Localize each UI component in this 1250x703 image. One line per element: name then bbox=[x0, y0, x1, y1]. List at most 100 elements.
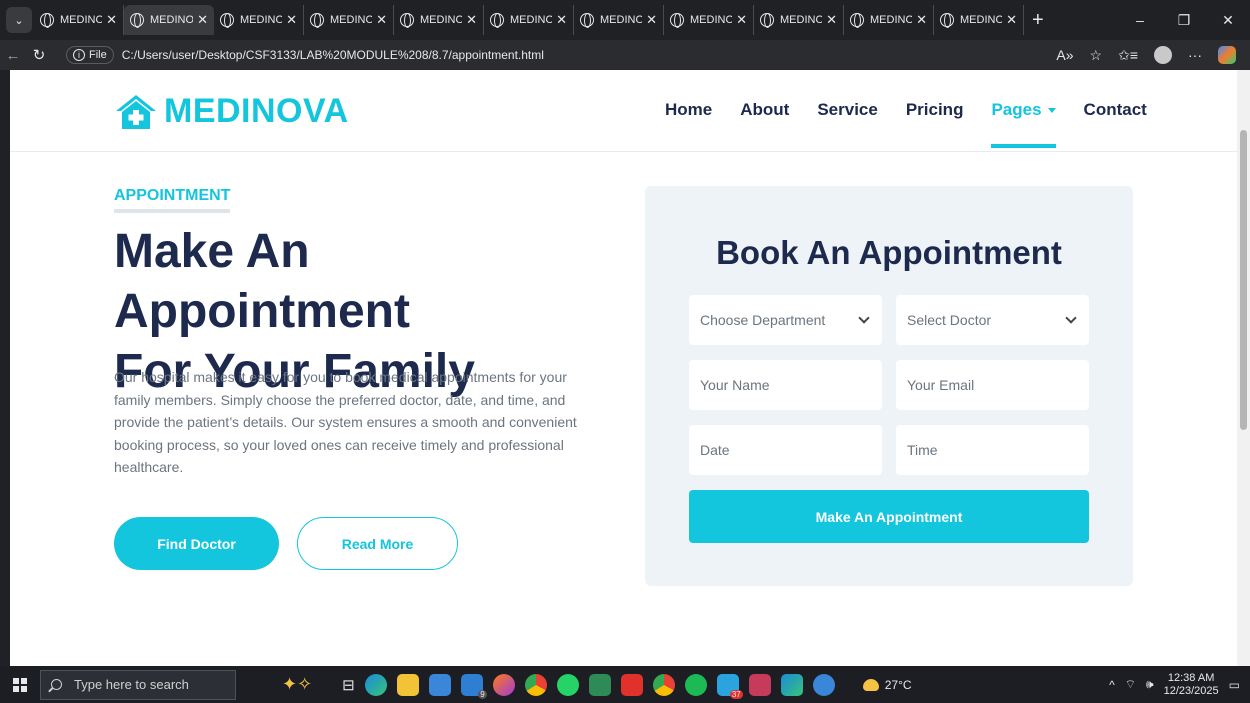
hero-description: Our hospital makes it easy for you to bo… bbox=[114, 369, 577, 475]
brand-name: MEDINOVA bbox=[164, 92, 349, 130]
browser-tab[interactable]: MEDINOVA✕ bbox=[484, 5, 574, 35]
close-icon[interactable]: ✕ bbox=[736, 12, 747, 28]
notifications-icon[interactable]: ▭ bbox=[1229, 678, 1240, 692]
network-icon[interactable]: ⌔ bbox=[1125, 677, 1136, 692]
close-icon[interactable]: ✕ bbox=[1006, 12, 1017, 28]
browser-app-icon[interactable] bbox=[780, 673, 803, 696]
clock[interactable]: 12:38 AM 12/23/2025 bbox=[1164, 672, 1219, 698]
back-button[interactable]: ← bbox=[0, 47, 26, 64]
omnibox[interactable]: i File C:/Users/user/Desktop/CSF3133/LAB… bbox=[58, 43, 1057, 67]
close-icon[interactable]: ✕ bbox=[916, 12, 927, 28]
menu-item-contact[interactable]: Contact bbox=[1084, 100, 1147, 120]
info-icon: i bbox=[73, 49, 85, 61]
close-icon[interactable]: ✕ bbox=[556, 12, 567, 28]
menu-item-pricing[interactable]: Pricing bbox=[906, 100, 964, 120]
restore-button[interactable]: ❐ bbox=[1162, 12, 1206, 29]
whatsapp-icon[interactable] bbox=[556, 673, 579, 696]
close-icon[interactable]: ✕ bbox=[646, 12, 657, 28]
time-input[interactable]: Time bbox=[896, 425, 1089, 475]
tab-title: MEDINOVA bbox=[60, 14, 103, 26]
globe-icon bbox=[40, 13, 54, 28]
close-icon[interactable]: ✕ bbox=[286, 12, 297, 28]
browser-tab[interactable]: MEDINOVA✕ bbox=[574, 5, 664, 35]
page-scrollbar[interactable] bbox=[1237, 70, 1250, 666]
site-info-button[interactable]: i File bbox=[66, 46, 114, 64]
menu-item-service[interactable]: Service bbox=[817, 100, 878, 120]
site-logo[interactable]: MEDINOVA bbox=[114, 92, 349, 131]
chrome-icon[interactable] bbox=[524, 673, 547, 696]
find-doctor-button[interactable]: Find Doctor bbox=[114, 517, 279, 570]
menu-item-about[interactable]: About bbox=[740, 100, 789, 120]
globe-icon bbox=[310, 13, 324, 28]
close-window-button[interactable]: ✕ bbox=[1206, 12, 1250, 29]
department-select[interactable]: Choose Department bbox=[689, 295, 882, 345]
email-input[interactable]: Your Email bbox=[896, 360, 1089, 410]
favorites-icon[interactable]: ✩≡ bbox=[1118, 47, 1138, 64]
name-input[interactable]: Your Name bbox=[689, 360, 882, 410]
copilot-icon[interactable] bbox=[1218, 46, 1236, 64]
scrollbar-thumb[interactable] bbox=[1240, 130, 1247, 430]
windows-taskbar: Type here to search ✦✧ ⊟ 9 37 27°C ^ ⌔ 🕪… bbox=[0, 666, 1250, 703]
hospital-house-icon bbox=[116, 94, 156, 129]
browser-tab[interactable]: MEDINOVA✕ bbox=[394, 5, 484, 35]
menu-item-label: Home bbox=[665, 100, 713, 119]
site-navbar: MEDINOVA Home About Service Pricing Pages Con… bbox=[10, 70, 1237, 152]
menu-item-pages[interactable]: Pages bbox=[991, 100, 1056, 148]
close-icon[interactable]: ✕ bbox=[106, 12, 117, 28]
tab-title: MEDINOVA bbox=[420, 14, 463, 26]
read-aloud-icon[interactable]: A» bbox=[1056, 47, 1073, 63]
help-icon[interactable] bbox=[812, 673, 835, 696]
edge-icon[interactable] bbox=[364, 673, 387, 696]
doctor-select[interactable]: Select Doctor bbox=[896, 295, 1089, 345]
weather-cloud-icon bbox=[862, 678, 879, 691]
taskbar-search[interactable]: Type here to search bbox=[40, 669, 236, 700]
minimize-button[interactable]: – bbox=[1118, 12, 1162, 29]
make-appointment-button[interactable]: Make An Appointment bbox=[689, 490, 1089, 543]
close-icon[interactable]: ✕ bbox=[466, 12, 477, 28]
weather-widget[interactable]: 27°C bbox=[862, 678, 912, 692]
profile-avatar[interactable] bbox=[1154, 46, 1172, 64]
close-icon[interactable]: ✕ bbox=[376, 12, 387, 28]
browser-tab[interactable]: MEDINOVA✕ bbox=[124, 5, 214, 35]
network-app-icon[interactable] bbox=[588, 673, 611, 696]
wps-icon[interactable] bbox=[620, 673, 643, 696]
browser-tab[interactable]: MEDINOVA✕ bbox=[934, 5, 1024, 35]
menu-item-label: Pricing bbox=[905, 100, 964, 119]
browser-tab[interactable]: MEDINOVA✕ bbox=[214, 5, 304, 35]
browser-tab[interactable]: MEDINOVA✕ bbox=[844, 5, 934, 35]
more-options-icon[interactable]: ··· bbox=[1188, 47, 1202, 63]
read-more-button[interactable]: Read More bbox=[297, 517, 458, 570]
close-icon[interactable]: ✕ bbox=[826, 12, 837, 28]
spotify-icon[interactable] bbox=[684, 673, 707, 696]
menu-item-label: Pages bbox=[991, 100, 1042, 119]
menu-item-home[interactable]: Home bbox=[665, 100, 712, 120]
close-icon[interactable]: ✕ bbox=[197, 12, 208, 28]
browser-tab[interactable]: MEDINOVA✕ bbox=[754, 5, 844, 35]
firefox-icon[interactable] bbox=[492, 673, 515, 696]
reload-button[interactable]: ↻ bbox=[26, 46, 52, 64]
browser-tab-strip: ⌄ MEDINOVA✕MEDINOVA✕MEDINOVA✕MEDINOVA✕ME… bbox=[0, 0, 1250, 40]
chrome-profile-icon[interactable] bbox=[652, 673, 675, 696]
start-button[interactable] bbox=[0, 677, 40, 692]
mail-icon[interactable]: 9 bbox=[460, 673, 487, 699]
date-input[interactable]: Date bbox=[689, 425, 882, 475]
sparkle-icon[interactable]: ✦✧ bbox=[282, 674, 312, 695]
telegram-icon[interactable]: 37 bbox=[716, 673, 743, 699]
tab-actions-menu-button[interactable]: ⌄ bbox=[6, 7, 32, 33]
tray-chevron-up-icon[interactable]: ^ bbox=[1109, 678, 1115, 692]
globe-icon bbox=[130, 13, 144, 28]
new-tab-button[interactable]: + bbox=[1032, 9, 1044, 32]
browser-tab[interactable]: MEDINOVA✕ bbox=[664, 5, 754, 35]
task-view-icon[interactable]: ⊟ bbox=[342, 676, 355, 694]
cloud-app-icon[interactable] bbox=[748, 673, 771, 696]
favorite-star-icon[interactable]: ☆ bbox=[1090, 47, 1103, 64]
volume-icon[interactable]: 🕪 bbox=[1146, 677, 1154, 692]
store-icon[interactable] bbox=[428, 673, 451, 696]
browser-tab[interactable]: MEDINOVA✕ bbox=[304, 5, 394, 35]
url-text[interactable]: C:/Users/user/Desktop/CSF3133/LAB%20MODU… bbox=[122, 48, 544, 62]
file-explorer-icon[interactable] bbox=[396, 673, 419, 696]
chevron-down-icon bbox=[858, 312, 870, 324]
search-icon bbox=[51, 679, 62, 690]
booking-card: Book An Appointment Choose Department Se… bbox=[645, 186, 1133, 586]
browser-tab[interactable]: MEDINOVA✕ bbox=[34, 5, 124, 35]
